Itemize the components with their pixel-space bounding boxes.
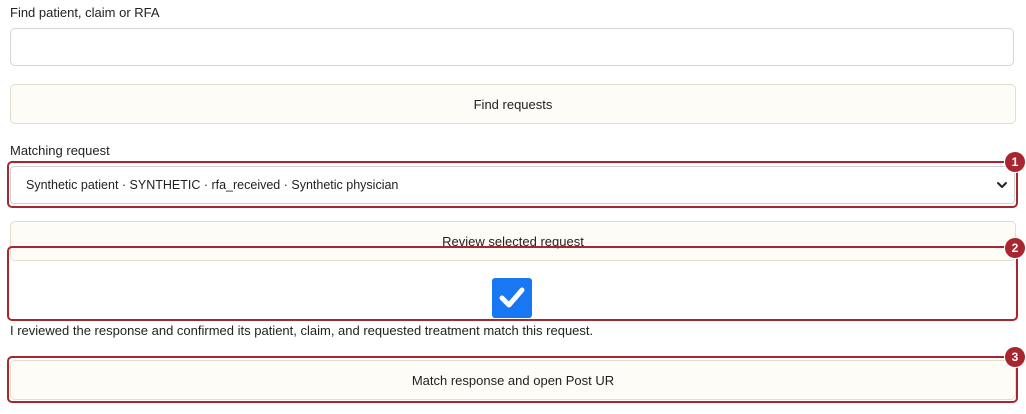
matching-request-select[interactable]: Synthetic patient · SYNTHETIC · rfa_rece… xyxy=(10,166,1015,204)
matching-request-label: Matching request xyxy=(10,143,110,158)
annotation-badge-2: 2 xyxy=(1005,238,1025,258)
annotation-badge-1: 1 xyxy=(1005,152,1025,172)
annotation-badge-3: 3 xyxy=(1005,347,1025,367)
confirm-checkbox-label: I reviewed the response and confirmed it… xyxy=(10,323,594,338)
find-requests-label: Find requests xyxy=(473,96,553,112)
matching-request-selected-value: Synthetic patient · SYNTHETIC · rfa_rece… xyxy=(26,178,399,192)
search-label: Find patient, claim or RFA xyxy=(10,5,160,20)
search-input[interactable] xyxy=(10,28,1014,66)
match-response-label: Match response and open Post UR xyxy=(411,372,615,388)
find-requests-button[interactable]: Find requests xyxy=(10,84,1016,124)
review-selected-request-label: Review selected request xyxy=(442,233,584,249)
match-response-button[interactable]: Match response and open Post UR xyxy=(10,360,1016,400)
confirm-checkbox-row xyxy=(10,248,1015,318)
checkmark-icon xyxy=(499,287,525,308)
confirm-checkbox[interactable] xyxy=(492,278,532,318)
chevron-down-icon xyxy=(997,182,1007,188)
